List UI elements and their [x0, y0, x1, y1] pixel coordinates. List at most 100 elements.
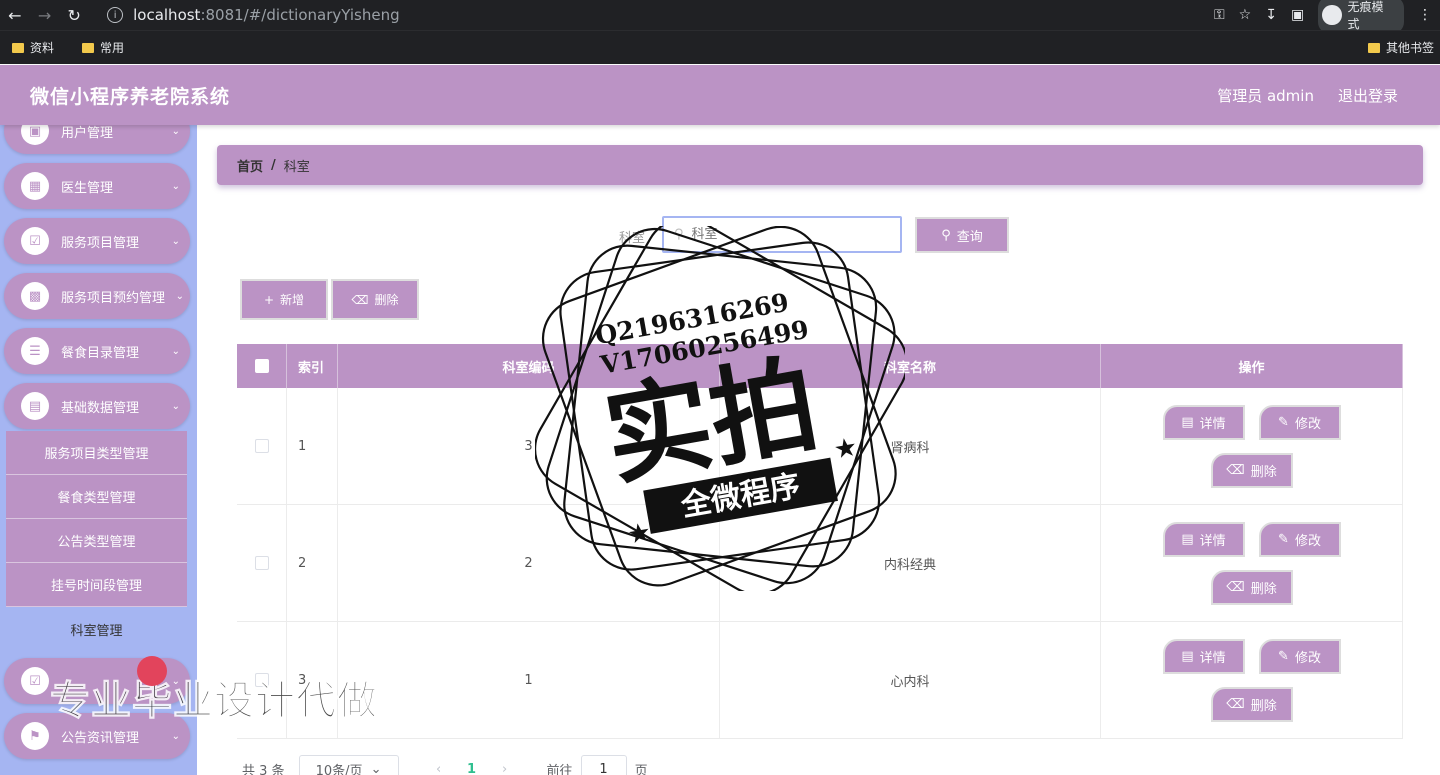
sidebar-item-basic-data[interactable]: ▤ 基础数据管理 ⌄ — [4, 383, 190, 429]
trash-icon: ⌫ — [351, 292, 369, 307]
submenu-meal-type[interactable]: 餐食类型管理 — [6, 475, 187, 519]
forward-icon[interactable]: → — [30, 0, 60, 30]
edit-button[interactable]: ✎ 修改 — [1258, 638, 1341, 674]
submenu-basic-data: 服务项目类型管理 餐食类型管理 公告类型管理 挂号时间段管理 科室管理 — [6, 431, 187, 651]
row-index: 1 — [287, 388, 338, 504]
page-size-select[interactable]: 10条/页 ⌄ — [298, 755, 399, 775]
address-bar[interactable]: i localhost:8081/#/dictionaryYisheng — [97, 2, 1214, 28]
submenu-service-type[interactable]: 服务项目类型管理 — [6, 431, 187, 475]
breadcrumb-home[interactable]: 首页 — [237, 156, 263, 175]
other-bookmarks[interactable]: 其他书签 — [1367, 39, 1440, 56]
batch-delete-button[interactable]: ⌫ 删除 — [331, 279, 419, 320]
main-content: 首页 / 科室 科室 ⚲ ⚲ 查询 + 新增 ⌫ 删除 索引 科室编码 科室名称… — [197, 125, 1440, 775]
submenu-department[interactable]: 科室管理 — [6, 607, 187, 651]
site-info-icon[interactable]: i — [107, 7, 124, 23]
next-page-icon[interactable]: › — [487, 762, 523, 775]
submenu-time-slot[interactable]: 挂号时间段管理 — [6, 563, 187, 607]
list-icon: ☰ — [21, 337, 49, 365]
trash-icon: ⌫ — [1226, 579, 1245, 595]
chevron-down-icon: ⌄ — [370, 761, 382, 775]
delete-button[interactable]: ⌫ 删除 — [1210, 452, 1293, 488]
incognito-badge[interactable]: 无痕模式 — [1318, 0, 1404, 34]
back-icon[interactable]: ← — [0, 0, 30, 30]
search-label: 科室 — [619, 231, 646, 246]
sidebar-item-meal[interactable]: ☰ 餐食目录管理 ⌄ — [4, 328, 190, 374]
bookmark-folder[interactable]: 常用 — [82, 39, 124, 56]
chevron-down-icon: ⌄ — [171, 125, 180, 137]
department-table: 索引 科室编码 科室名称 操作 1 3 肾病科 ▤ 详情 ✎ 修改 ⌫ 删除 2 2 … — [237, 344, 1403, 739]
table-row: 3 1 心内科 ▤ 详情 ✎ 修改 ⌫ 删除 — [237, 622, 1403, 739]
chevron-down-icon: ⌄ — [171, 730, 180, 742]
key-icon[interactable]: ⚿ — [1214, 7, 1225, 23]
document-icon: ▤ — [1181, 414, 1194, 430]
detail-button[interactable]: ▤ 详情 — [1162, 521, 1245, 557]
goto-page-input[interactable]: 1 — [580, 755, 627, 775]
add-button[interactable]: + 新增 — [240, 279, 328, 320]
database-icon: ▤ — [21, 392, 49, 420]
folder-icon — [82, 42, 95, 53]
breadcrumb-separator: / — [271, 157, 276, 173]
detail-button[interactable]: ▤ 详情 — [1162, 638, 1245, 674]
download-icon[interactable]: ↧ — [1265, 7, 1277, 23]
row-checkbox[interactable] — [254, 439, 269, 453]
url-host: localhost — [133, 6, 201, 24]
select-all-checkbox[interactable] — [254, 359, 269, 373]
row-name: 内科经典 — [720, 505, 1101, 621]
detail-button[interactable]: ▤ 详情 — [1162, 404, 1245, 440]
delete-button[interactable]: ⌫ 删除 — [1210, 569, 1293, 605]
pencil-icon: ✎ — [1278, 531, 1289, 547]
sidepanel-icon[interactable]: ▣ — [1291, 7, 1304, 23]
search-icon: ⚲ — [941, 227, 951, 243]
star-icon[interactable]: ☆ — [1239, 7, 1252, 23]
row-code: 2 — [338, 505, 720, 621]
app-title: 微信小程序养老院系统 — [30, 85, 231, 108]
row-name: 肾病科 — [720, 388, 1101, 504]
apps-icon: ▩ — [21, 282, 49, 310]
pagination-total: 共 3 条 — [242, 763, 285, 775]
chevron-down-icon: ⌄ — [171, 235, 180, 247]
edit-button[interactable]: ✎ 修改 — [1258, 521, 1341, 557]
breadcrumb: 首页 / 科室 — [217, 145, 1423, 185]
sidebar-item-service[interactable]: ☑ 服务项目管理 ⌄ — [4, 218, 190, 264]
sidebar-item-user[interactable]: ▣ 用户管理 ⌄ — [4, 125, 190, 154]
column-header: 科室名称 — [720, 344, 1101, 388]
table-header: 索引 科室编码 科室名称 操作 — [237, 344, 1403, 388]
table-row: 1 3 肾病科 ▤ 详情 ✎ 修改 ⌫ 删除 — [237, 388, 1403, 505]
pencil-icon: ✎ — [1278, 414, 1289, 430]
chevron-down-icon: ⌄ — [171, 180, 180, 192]
trash-icon: ⌫ — [1226, 696, 1245, 712]
page-jumper: 前往 1 页 — [547, 755, 648, 775]
column-header: 索引 — [287, 344, 338, 388]
delete-button[interactable]: ⌫ 删除 — [1210, 686, 1293, 722]
column-header: 操作 — [1101, 344, 1403, 388]
row-checkbox[interactable] — [254, 556, 269, 570]
prev-page-icon[interactable]: ‹ — [421, 762, 457, 775]
page-number[interactable]: 1 — [457, 762, 487, 775]
pencil-icon: ✎ — [1278, 648, 1289, 664]
reload-icon[interactable]: ↻ — [59, 0, 89, 30]
search-input[interactable] — [691, 227, 872, 242]
browser-toolbar: ← → ↻ i localhost:8081/#/dictionaryYishe… — [0, 0, 1440, 34]
folder-icon — [12, 42, 24, 53]
app-header: 微信小程序养老院系统 管理员 admin 退出登录 — [0, 65, 1440, 125]
pagination: 共 3 条 10条/页 ⌄ ‹ 1 › 前往 1 页 — [242, 755, 648, 775]
sidebar-item-doctor[interactable]: ▦ 医生管理 ⌄ — [4, 163, 190, 209]
query-button[interactable]: ⚲ 查询 — [915, 217, 1009, 253]
document-icon: ▤ — [1181, 648, 1194, 664]
submenu-notice-type[interactable]: 公告类型管理 — [6, 519, 187, 563]
clipboard-icon: ☑ — [21, 227, 49, 255]
more-icon[interactable]: ⋮ — [1418, 7, 1432, 23]
url-path: :8081/#/dictionaryYisheng — [200, 6, 400, 24]
row-code: 1 — [338, 622, 720, 738]
chevron-down-icon: ⌄ — [175, 290, 184, 302]
logout-link[interactable]: 退出登录 — [1338, 85, 1398, 106]
sidebar-item-booking[interactable]: ▩ 服务项目预约管理 ⌄ — [4, 273, 190, 319]
bookmarks-bar: 资料 常用 其他书签 — [0, 30, 1440, 64]
flag-icon: ⚑ — [21, 722, 49, 750]
cursor-icon — [137, 656, 167, 686]
bookmark-folder[interactable]: 资料 — [12, 39, 54, 56]
folder-icon — [1367, 42, 1380, 53]
search-field[interactable]: ⚲ — [662, 216, 902, 253]
current-user: 管理员 admin — [1217, 86, 1314, 105]
edit-button[interactable]: ✎ 修改 — [1258, 404, 1341, 440]
